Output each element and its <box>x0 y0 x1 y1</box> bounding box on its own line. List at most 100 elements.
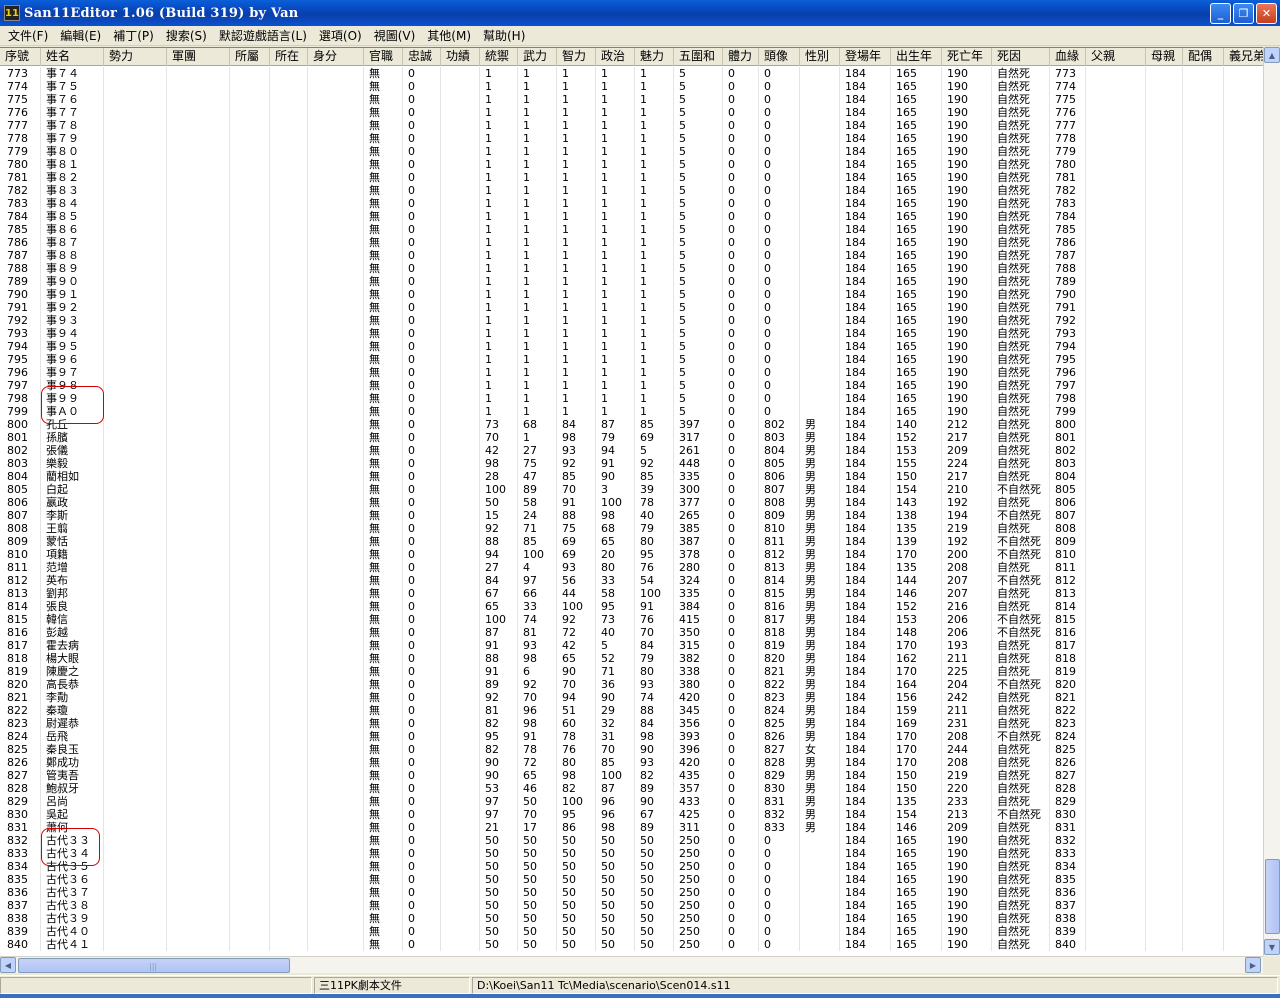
table-cell[interactable]: 1 <box>518 145 557 158</box>
table-cell[interactable]: 自然死 <box>992 197 1050 210</box>
table-cell[interactable] <box>441 171 480 184</box>
table-cell[interactable]: 190 <box>942 223 992 236</box>
table-cell[interactable]: 832 <box>0 834 41 847</box>
table-cell[interactable] <box>800 301 840 314</box>
table-cell[interactable] <box>167 574 230 587</box>
table-cell[interactable]: 165 <box>891 67 942 80</box>
table-cell[interactable]: 0 <box>723 119 759 132</box>
table-cell[interactable] <box>1183 145 1224 158</box>
table-cell[interactable]: 154 <box>891 808 942 821</box>
table-cell[interactable] <box>1086 132 1146 145</box>
table-cell[interactable] <box>270 717 308 730</box>
table-cell[interactable]: 0 <box>723 548 759 561</box>
table-cell[interactable] <box>230 366 270 379</box>
table-cell[interactable] <box>1183 795 1224 808</box>
table-cell[interactable]: 1 <box>596 210 635 223</box>
table-cell[interactable] <box>270 938 308 951</box>
table-cell[interactable]: 0 <box>403 366 441 379</box>
table-cell[interactable] <box>1224 522 1263 535</box>
table-cell[interactable]: 795 <box>0 353 41 366</box>
table-cell[interactable]: 男 <box>800 522 840 535</box>
table-cell[interactable]: 事７９ <box>41 132 104 145</box>
table-row[interactable]: 831 蕭何無 0 21 17 86 98 89 311 0 833 男 184 146 209 自然死 831 <box>0 821 1263 834</box>
table-cell[interactable] <box>270 210 308 223</box>
table-cell[interactable] <box>1224 756 1263 769</box>
table-cell[interactable]: 828 <box>0 782 41 795</box>
table-cell[interactable]: 825 <box>1050 743 1086 756</box>
table-cell[interactable]: 80 <box>557 756 596 769</box>
table-cell[interactable]: 無 <box>364 327 403 340</box>
table-cell[interactable] <box>1224 249 1263 262</box>
table-cell[interactable]: 自然死 <box>992 366 1050 379</box>
table-cell[interactable] <box>1224 873 1263 886</box>
table-cell[interactable] <box>308 210 364 223</box>
table-cell[interactable] <box>1224 795 1263 808</box>
table-cell[interactable] <box>230 197 270 210</box>
table-cell[interactable]: 自然死 <box>992 782 1050 795</box>
table-cell[interactable]: 自然死 <box>992 860 1050 873</box>
table-cell[interactable]: 224 <box>942 457 992 470</box>
table-cell[interactable] <box>441 418 480 431</box>
table-cell[interactable] <box>441 925 480 938</box>
table-cell[interactable]: 0 <box>403 249 441 262</box>
table-cell[interactable]: 817 <box>0 639 41 652</box>
table-cell[interactable]: 165 <box>891 288 942 301</box>
table-cell[interactable]: 1 <box>596 197 635 210</box>
table-cell[interactable]: 155 <box>891 457 942 470</box>
table-cell[interactable]: 338 <box>674 665 723 678</box>
table-cell[interactable]: 0 <box>723 795 759 808</box>
horizontal-scrollbar[interactable]: ◀ ||| ▶ <box>0 956 1263 973</box>
table-cell[interactable]: 420 <box>674 756 723 769</box>
table-cell[interactable]: 100 <box>635 587 674 600</box>
table-cell[interactable] <box>167 275 230 288</box>
column-header[interactable]: 義兄弟 <box>1224 48 1263 66</box>
table-cell[interactable] <box>167 665 230 678</box>
table-cell[interactable] <box>1183 743 1224 756</box>
table-cell[interactable] <box>1086 379 1146 392</box>
table-cell[interactable]: 72 <box>557 626 596 639</box>
table-cell[interactable]: 0 <box>403 353 441 366</box>
table-cell[interactable]: 無 <box>364 756 403 769</box>
table-cell[interactable]: 91 <box>635 600 674 613</box>
table-cell[interactable] <box>230 249 270 262</box>
table-cell[interactable]: 事８８ <box>41 249 104 262</box>
table-cell[interactable] <box>104 288 167 301</box>
table-cell[interactable]: 事８０ <box>41 145 104 158</box>
table-cell[interactable] <box>308 327 364 340</box>
table-cell[interactable]: 無 <box>364 379 403 392</box>
table-cell[interactable] <box>308 119 364 132</box>
table-row[interactable]: 781 事８２ 無 0 1 1 1 1 1 5 0 0 184 165 190 自然死 781 <box>0 171 1263 184</box>
table-cell[interactable]: 自然死 <box>992 795 1050 808</box>
table-cell[interactable] <box>104 639 167 652</box>
table-cell[interactable] <box>167 210 230 223</box>
table-cell[interactable]: 男 <box>800 652 840 665</box>
table-cell[interactable]: 無 <box>364 405 403 418</box>
table-cell[interactable]: 170 <box>891 730 942 743</box>
table-cell[interactable] <box>1086 418 1146 431</box>
table-cell[interactable]: 1 <box>518 392 557 405</box>
table-cell[interactable] <box>441 808 480 821</box>
table-cell[interactable]: 250 <box>674 925 723 938</box>
table-cell[interactable]: 無 <box>364 106 403 119</box>
table-cell[interactable] <box>104 210 167 223</box>
table-cell[interactable] <box>1146 821 1183 834</box>
table-cell[interactable]: 184 <box>840 223 891 236</box>
table-cell[interactable]: 1 <box>480 67 518 80</box>
table-cell[interactable]: 0 <box>723 873 759 886</box>
table-cell[interactable]: 0 <box>723 80 759 93</box>
table-cell[interactable] <box>308 574 364 587</box>
table-row[interactable]: 813 劉邦無 0 67 66 44 58 100 335 0 815 男 184 146 207 自然死 81… <box>0 587 1263 600</box>
table-cell[interactable]: 0 <box>723 600 759 613</box>
table-cell[interactable]: 184 <box>840 93 891 106</box>
table-cell[interactable] <box>1183 574 1224 587</box>
table-cell[interactable] <box>104 925 167 938</box>
table-cell[interactable]: 220 <box>942 782 992 795</box>
table-cell[interactable]: 79 <box>635 652 674 665</box>
table-cell[interactable]: 190 <box>942 119 992 132</box>
table-cell[interactable] <box>1224 652 1263 665</box>
table-cell[interactable]: 無 <box>364 691 403 704</box>
table-cell[interactable]: 165 <box>891 925 942 938</box>
table-cell[interactable]: 164 <box>891 678 942 691</box>
table-cell[interactable] <box>167 847 230 860</box>
table-cell[interactable] <box>1224 197 1263 210</box>
